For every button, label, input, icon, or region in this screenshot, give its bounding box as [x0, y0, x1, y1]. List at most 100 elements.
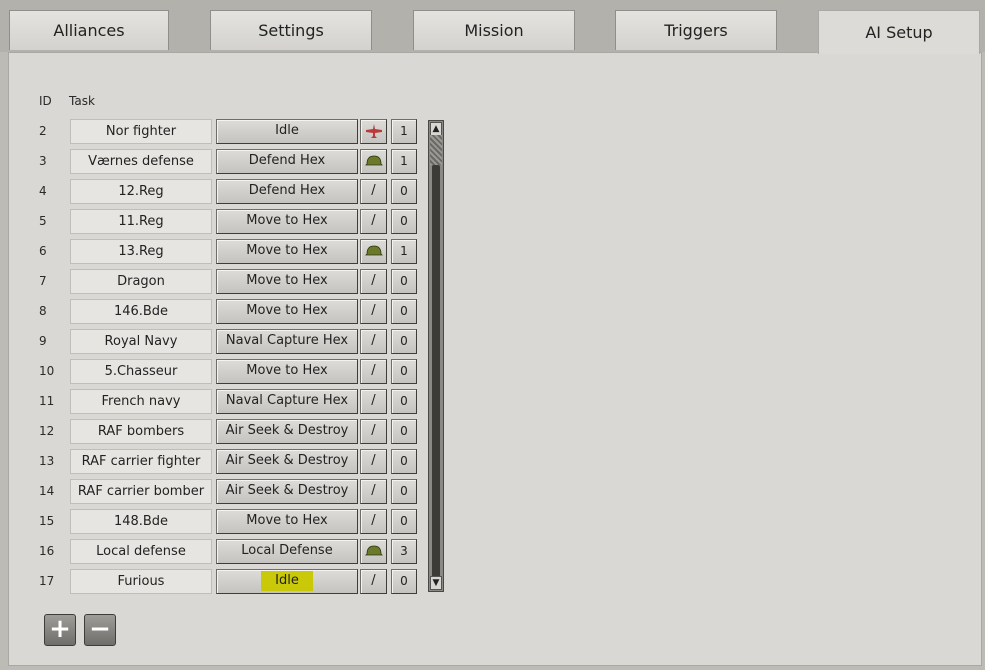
- task-button[interactable]: Naval Capture Hex: [216, 329, 358, 354]
- unit-slash: /: [371, 363, 376, 378]
- unit-count-button[interactable]: 0: [391, 329, 417, 354]
- scroll-thumb[interactable]: [432, 165, 440, 585]
- task-button[interactable]: Move to Hex: [216, 359, 358, 384]
- unit-button[interactable]: /: [360, 449, 387, 474]
- unit-count-button[interactable]: 0: [391, 299, 417, 324]
- task-button[interactable]: Defend Hex: [216, 179, 358, 204]
- unit-button[interactable]: /: [360, 389, 387, 414]
- ai-name-field[interactable]: 5.Chasseur: [70, 359, 212, 384]
- table-row: 3 Værnes defense Defend Hex 1: [0, 148, 460, 174]
- table-row: 12 RAF bombers Air Seek & Destroy / 0: [0, 418, 460, 444]
- task-label: Move to Hex: [246, 213, 328, 228]
- row-id: 15: [39, 514, 55, 528]
- unit-slash: /: [371, 573, 376, 588]
- unit-count-button[interactable]: 3: [391, 539, 417, 564]
- table-row: 11 French navy Naval Capture Hex / 0: [0, 388, 460, 414]
- tab-settings[interactable]: Settings: [210, 10, 372, 50]
- tab-alliances[interactable]: Alliances: [9, 10, 169, 50]
- unit-count-button[interactable]: 0: [391, 569, 417, 594]
- task-button[interactable]: Air Seek & Destroy: [216, 419, 358, 444]
- scroll-down-arrow-icon[interactable]: ▼: [430, 576, 442, 590]
- unit-slash: /: [371, 483, 376, 498]
- table-row: 10 5.Chasseur Move to Hex / 0: [0, 358, 460, 384]
- tab-triggers[interactable]: Triggers: [615, 10, 777, 50]
- task-label: Move to Hex: [246, 513, 328, 528]
- table-row: 15 148.Bde Move to Hex / 0: [0, 508, 460, 534]
- minus-icon: −: [89, 614, 111, 644]
- row-id: 6: [39, 244, 47, 258]
- unit-count-button[interactable]: 0: [391, 359, 417, 384]
- scroll-up-arrow-icon[interactable]: ▲: [430, 122, 442, 136]
- unit-button[interactable]: /: [360, 479, 387, 504]
- unit-button[interactable]: [360, 539, 387, 564]
- task-button[interactable]: Move to Hex: [216, 509, 358, 534]
- unit-button[interactable]: /: [360, 179, 387, 204]
- ai-name-field[interactable]: Værnes defense: [70, 149, 212, 174]
- task-button[interactable]: Idle: [216, 119, 358, 144]
- unit-button[interactable]: /: [360, 299, 387, 324]
- unit-button[interactable]: /: [360, 569, 387, 594]
- ai-name-field[interactable]: Nor fighter: [70, 119, 212, 144]
- task-button[interactable]: Move to Hex: [216, 209, 358, 234]
- unit-count-button[interactable]: 0: [391, 179, 417, 204]
- ai-name-field[interactable]: 12.Reg: [70, 179, 212, 204]
- unit-count-button[interactable]: 0: [391, 509, 417, 534]
- table-row: 7 Dragon Move to Hex / 0: [0, 268, 460, 294]
- unit-button[interactable]: [360, 149, 387, 174]
- task-button[interactable]: Air Seek & Destroy: [216, 449, 358, 474]
- task-button[interactable]: Idle: [216, 569, 358, 594]
- unit-button[interactable]: /: [360, 359, 387, 384]
- remove-ai-button[interactable]: −: [84, 614, 116, 646]
- task-button[interactable]: Move to Hex: [216, 299, 358, 324]
- table-row: 4 12.Reg Defend Hex / 0: [0, 178, 460, 204]
- task-label: Move to Hex: [246, 363, 328, 378]
- task-label: Air Seek & Destroy: [225, 453, 349, 468]
- unit-button[interactable]: /: [360, 209, 387, 234]
- unit-count-button[interactable]: 0: [391, 419, 417, 444]
- table-row: 17 Furious Idle / 0: [0, 568, 460, 594]
- unit-count-button[interactable]: 0: [391, 479, 417, 504]
- task-button[interactable]: Move to Hex: [216, 269, 358, 294]
- row-id: 13: [39, 454, 55, 468]
- task-button[interactable]: Air Seek & Destroy: [216, 479, 358, 504]
- ai-name-field[interactable]: 11.Reg: [70, 209, 212, 234]
- unit-button[interactable]: [360, 239, 387, 264]
- row-id: 4: [39, 184, 47, 198]
- tab-label: AI Setup: [865, 23, 933, 42]
- unit-button[interactable]: /: [360, 269, 387, 294]
- ai-name-field[interactable]: Furious: [70, 569, 212, 594]
- tab-mission[interactable]: Mission: [413, 10, 575, 50]
- unit-count-button[interactable]: 0: [391, 269, 417, 294]
- unit-count-button[interactable]: 1: [391, 119, 417, 144]
- plane-icon: [365, 124, 383, 143]
- task-button[interactable]: Defend Hex: [216, 149, 358, 174]
- ai-name-field[interactable]: 13.Reg: [70, 239, 212, 264]
- unit-slash: /: [371, 423, 376, 438]
- ai-name-field[interactable]: Royal Navy: [70, 329, 212, 354]
- unit-count-button[interactable]: 0: [391, 209, 417, 234]
- unit-button[interactable]: [360, 119, 387, 144]
- helmet-icon: [364, 245, 383, 261]
- ai-name-field[interactable]: RAF bombers: [70, 419, 212, 444]
- tab-ai-setup[interactable]: AI Setup: [818, 10, 980, 54]
- ai-name-field[interactable]: 146.Bde: [70, 299, 212, 324]
- task-button[interactable]: Local Defense: [216, 539, 358, 564]
- unit-count-button[interactable]: 0: [391, 389, 417, 414]
- unit-button[interactable]: /: [360, 509, 387, 534]
- unit-count-button[interactable]: 0: [391, 449, 417, 474]
- unit-count-button[interactable]: 1: [391, 149, 417, 174]
- ai-name-field[interactable]: RAF carrier fighter: [70, 449, 212, 474]
- task-button[interactable]: Move to Hex: [216, 239, 358, 264]
- add-ai-button[interactable]: +: [44, 614, 76, 646]
- scrollbar[interactable]: ▲ ▼: [428, 120, 444, 592]
- task-button[interactable]: Naval Capture Hex: [216, 389, 358, 414]
- scroll-grip[interactable]: [430, 135, 442, 165]
- unit-count-button[interactable]: 1: [391, 239, 417, 264]
- ai-name-field[interactable]: French navy: [70, 389, 212, 414]
- ai-name-field[interactable]: 148.Bde: [70, 509, 212, 534]
- unit-button[interactable]: /: [360, 419, 387, 444]
- ai-name-field[interactable]: Local defense: [70, 539, 212, 564]
- unit-button[interactable]: /: [360, 329, 387, 354]
- ai-name-field[interactable]: Dragon: [70, 269, 212, 294]
- ai-name-field[interactable]: RAF carrier bomber: [70, 479, 212, 504]
